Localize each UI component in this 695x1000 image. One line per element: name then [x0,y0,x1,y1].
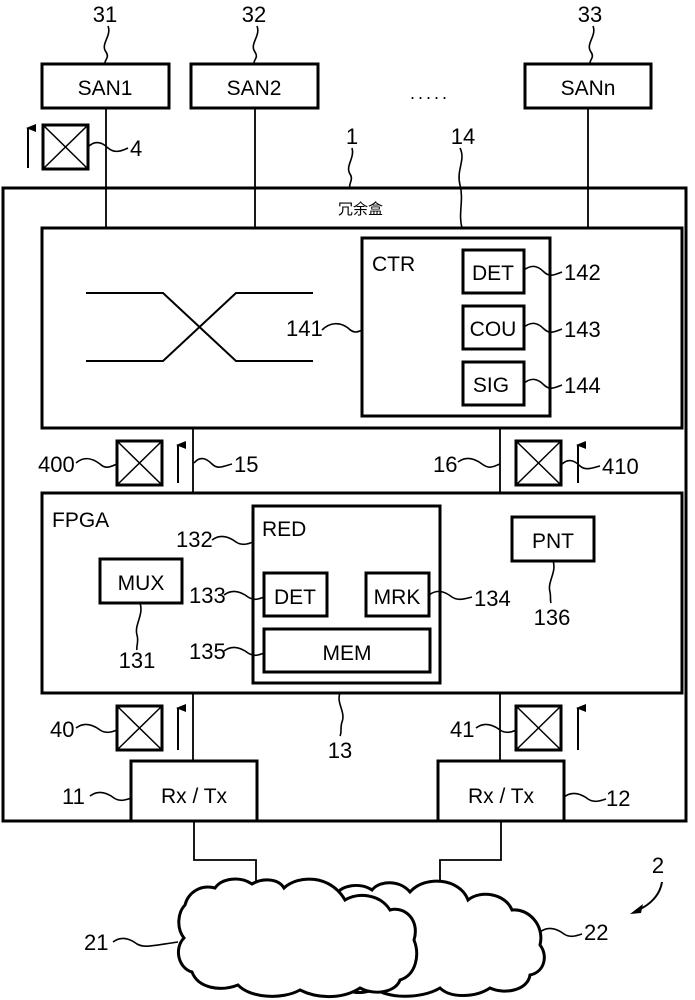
leader-410 [560,459,601,470]
ref-144: 144 [564,373,601,398]
redundancy-box-caption: 冗余盒 [338,200,383,218]
leader-21 [112,937,179,947]
leader-22 [539,927,583,938]
transceiver-label: Rx / Tx [468,785,535,808]
ref-143: 143 [564,317,601,342]
module-label: COU [470,318,517,341]
ref-141: 141 [286,316,323,341]
ctr-det-module: DET [461,248,526,295]
san-node-2: SAN2 [189,62,320,110]
red-det-module: DET [262,571,329,618]
ctr-cou-module: COU [461,304,526,351]
packet-400: 400 [38,439,186,487]
leader-4 [87,141,129,153]
mux-module: MUX [98,557,184,605]
san-node-n: SANn [523,62,653,110]
ref-31: 31 [93,2,117,27]
ref-132: 132 [176,527,213,552]
ref-32: 32 [242,2,266,27]
packet-40: 40 [50,704,186,752]
ref-134: 134 [474,586,511,611]
ref-40: 40 [50,717,74,742]
san-label: SAN2 [227,77,282,100]
red-module: RED DET MRK MEM [251,504,442,685]
module-label: DET [472,262,514,285]
module-label: MRK [374,586,421,609]
ref-22: 22 [584,920,608,945]
module-label: DET [274,586,316,609]
ref-33: 33 [578,2,602,27]
leader-32 [252,25,259,65]
leader-16 [457,457,501,468]
pnt-label: PNT [532,530,574,553]
ref-11: 11 [62,784,85,809]
leader-1 [347,147,354,189]
ref-400: 400 [38,452,75,477]
leader-13 [338,692,344,737]
red-label: RED [262,518,306,541]
leader-15 [193,457,233,468]
leader-41 [475,723,517,734]
module-label: SIG [473,374,509,397]
ref-136: 136 [534,605,571,630]
san-label: SAN1 [78,77,133,100]
ref-12: 12 [606,786,630,811]
leader-40 [75,723,118,734]
arrowhead-2 [630,904,643,914]
ref-13: 13 [328,738,352,763]
network-redundancy-diagram: SAN1 SAN2 SANn ..... 31 32 33 4 冗余盒 1 14… [1,2,688,999]
pnt-module: PNT [510,515,596,563]
mux-label: MUX [118,572,165,595]
ellipsis: ..... [410,83,450,103]
module-label: MEM [323,642,372,665]
ref-4: 4 [130,136,142,161]
leader-400 [75,457,118,468]
leader-31 [103,25,110,65]
san-label: SANn [561,77,616,100]
uplink-cloud-22 [439,821,502,886]
controller: CTR DET COU SIG [360,236,552,418]
ref-142: 142 [564,260,601,285]
packet-4: 4 [26,123,142,171]
ref-1: 1 [346,124,358,149]
uplink-cloud-21 [193,821,257,885]
controller-label: CTR [372,253,415,276]
ref-133: 133 [189,583,226,608]
packet-41: 41 [450,704,586,752]
fpga-label: FPGA [52,509,109,532]
leader-11 [89,791,132,802]
transceiver-label: Rx / Tx [161,785,228,808]
ctr-sig-module: SIG [461,360,526,407]
packet-410: 410 [514,439,639,487]
ref-14: 14 [451,124,475,149]
leader-33 [588,25,595,65]
ref-21: 21 [84,930,108,955]
ref-135: 135 [189,639,226,664]
ref-41: 41 [450,717,474,742]
red-mem-module: MEM [262,627,432,674]
san-node-1: SAN1 [40,62,171,110]
ref-131: 131 [119,648,156,673]
ref-16: 16 [433,452,457,477]
transceiver-12: Rx / Tx [436,759,566,823]
ref-410: 410 [602,454,639,479]
transceiver-11: Rx / Tx [129,759,259,823]
leader-12 [563,792,607,803]
ref-15: 15 [234,452,258,477]
ref-2: 2 [652,853,664,878]
red-mrk-module: MRK [364,571,431,618]
